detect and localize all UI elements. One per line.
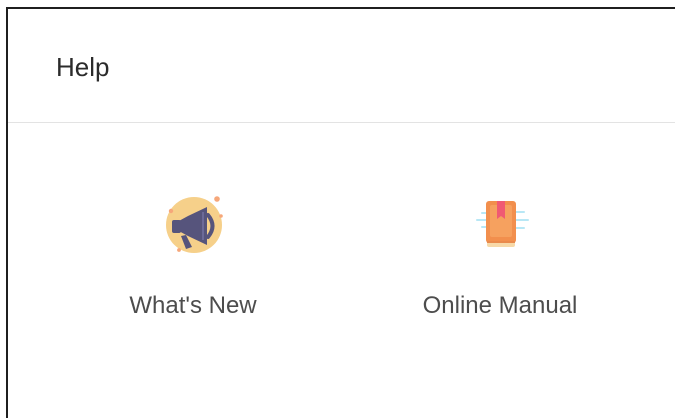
whats-new-label: What's New <box>129 292 257 319</box>
help-page: Help What's New Online Manual <box>0 0 675 418</box>
help-header: Help <box>8 9 675 123</box>
manual-book-icon <box>476 201 529 247</box>
online-manual-button[interactable]: Online Manual <box>395 189 605 334</box>
page-title: Help <box>56 52 110 82</box>
whats-new-button[interactable]: What's New <box>88 189 298 334</box>
megaphone-icon <box>166 196 223 253</box>
help-panel: Help What's New Online Manual <box>6 7 675 418</box>
online-manual-label: Online Manual <box>422 292 578 319</box>
